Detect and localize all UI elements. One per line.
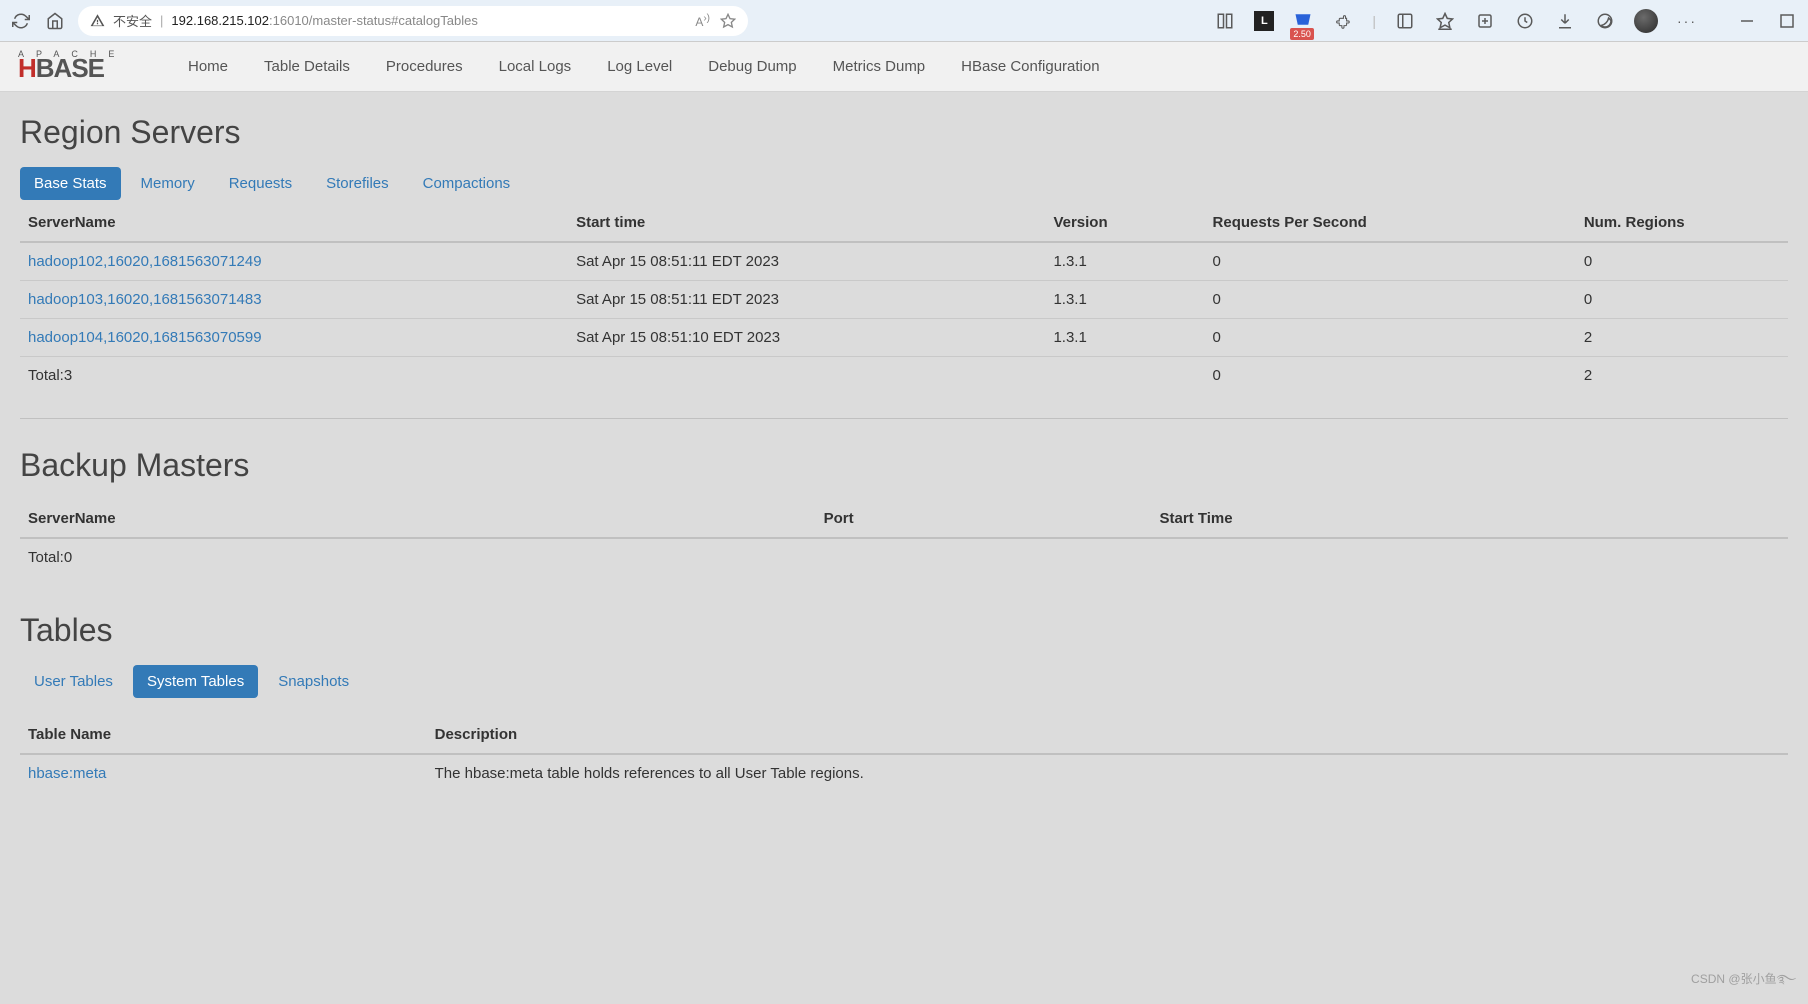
cell-rps: 0 bbox=[1205, 242, 1576, 281]
region-servers-heading: Region Servers bbox=[20, 114, 1788, 151]
col-start-time: Start Time bbox=[1152, 500, 1789, 538]
table-row: hadoop103,16020,1681563071483 Sat Apr 15… bbox=[20, 281, 1788, 319]
tab-requests[interactable]: Requests bbox=[215, 167, 306, 200]
collections-2-icon[interactable] bbox=[1474, 10, 1496, 32]
history-icon[interactable] bbox=[1514, 10, 1536, 32]
separator: | bbox=[1372, 13, 1376, 29]
tables-tabs: User Tables System Tables Snapshots bbox=[20, 665, 1788, 698]
cell-regions: 0 bbox=[1576, 242, 1788, 281]
minimize-icon[interactable] bbox=[1736, 10, 1758, 32]
refresh-icon[interactable] bbox=[10, 10, 32, 32]
col-servername: ServerName bbox=[20, 204, 568, 242]
tables-heading: Tables bbox=[20, 612, 1788, 649]
col-rps: Requests Per Second bbox=[1205, 204, 1576, 242]
col-version: Version bbox=[1045, 204, 1204, 242]
more-icon[interactable]: ··· bbox=[1676, 10, 1698, 32]
nav-home[interactable]: Home bbox=[172, 44, 244, 89]
col-start-time: Start time bbox=[568, 204, 1045, 242]
total-row: Total:3 0 2 bbox=[20, 357, 1788, 395]
cell-regions: 0 bbox=[1576, 281, 1788, 319]
extensions-icon[interactable] bbox=[1332, 10, 1354, 32]
cell-version: 1.3.1 bbox=[1045, 242, 1204, 281]
address-bar[interactable]: 不安全 | 192.168.215.102:16010/master-statu… bbox=[78, 6, 748, 36]
backup-masters-table: ServerName Port Start Time Total:0 bbox=[20, 500, 1788, 576]
profile-avatar[interactable] bbox=[1634, 9, 1658, 33]
maximize-icon[interactable] bbox=[1776, 10, 1798, 32]
watermark: CSDN @张小鱼࿐ bbox=[1691, 966, 1796, 1000]
divider bbox=[20, 418, 1788, 419]
tab-base-stats[interactable]: Base Stats bbox=[20, 167, 121, 200]
total-label: Total:3 bbox=[20, 357, 568, 395]
extension-l-icon[interactable]: L bbox=[1254, 11, 1274, 31]
read-aloud-icon[interactable]: A›) bbox=[695, 13, 710, 29]
cell-version: 1.3.1 bbox=[1045, 319, 1204, 357]
cell-version: 1.3.1 bbox=[1045, 281, 1204, 319]
cell-regions: 2 bbox=[1576, 319, 1788, 357]
tab-compactions[interactable]: Compactions bbox=[409, 167, 525, 200]
cell-start: Sat Apr 15 08:51:10 EDT 2023 bbox=[568, 319, 1045, 357]
tab-system-tables[interactable]: System Tables bbox=[133, 665, 258, 698]
tables-table: Table Name Description hbase:meta The hb… bbox=[20, 716, 1788, 792]
cell-rps: 0 bbox=[1205, 319, 1576, 357]
home-icon[interactable] bbox=[44, 10, 66, 32]
cell-description: The hbase:meta table holds references to… bbox=[427, 754, 1788, 792]
server-link[interactable]: hadoop104,16020,1681563070599 bbox=[28, 329, 262, 346]
backup-masters-heading: Backup Masters bbox=[20, 447, 1788, 484]
nav-log-level[interactable]: Log Level bbox=[591, 44, 688, 89]
cell-start: Sat Apr 15 08:51:11 EDT 2023 bbox=[568, 242, 1045, 281]
nav-metrics-dump[interactable]: Metrics Dump bbox=[817, 44, 942, 89]
hbase-logo[interactable]: APACHE HBASE bbox=[10, 49, 160, 84]
separator: | bbox=[160, 13, 163, 28]
table-row: hbase:meta The hbase:meta table holds re… bbox=[20, 754, 1788, 792]
downloads-icon[interactable] bbox=[1554, 10, 1576, 32]
tab-snapshots[interactable]: Snapshots bbox=[264, 665, 363, 698]
region-servers-tabs: Base Stats Memory Requests Storefiles Co… bbox=[20, 167, 1788, 200]
col-port: Port bbox=[816, 500, 1152, 538]
ie-mode-icon[interactable] bbox=[1594, 10, 1616, 32]
shopping-icon[interactable]: 2.50 bbox=[1292, 10, 1314, 32]
cell-rps: 0 bbox=[1205, 281, 1576, 319]
total-label: Total:0 bbox=[20, 538, 816, 576]
collections-icon[interactable] bbox=[1214, 10, 1236, 32]
col-servername: ServerName bbox=[20, 500, 816, 538]
nav-items: Home Table Details Procedures Local Logs… bbox=[172, 44, 1116, 89]
insecure-warning-icon bbox=[90, 13, 105, 28]
shopping-badge: 2.50 bbox=[1290, 28, 1314, 40]
total-regions: 2 bbox=[1576, 357, 1788, 395]
server-link[interactable]: hadoop102,16020,1681563071249 bbox=[28, 253, 262, 270]
sidebar-icon[interactable] bbox=[1394, 10, 1416, 32]
tab-user-tables[interactable]: User Tables bbox=[20, 665, 127, 698]
favorites-bar-icon[interactable] bbox=[1434, 10, 1456, 32]
tab-storefiles[interactable]: Storefiles bbox=[312, 167, 403, 200]
table-row: hadoop102,16020,1681563071249 Sat Apr 15… bbox=[20, 242, 1788, 281]
nav-debug-dump[interactable]: Debug Dump bbox=[692, 44, 812, 89]
col-description: Description bbox=[427, 716, 1788, 754]
total-rps: 0 bbox=[1205, 357, 1576, 395]
region-servers-table: ServerName Start time Version Requests P… bbox=[20, 204, 1788, 394]
url-text: 192.168.215.102:16010/master-status#cata… bbox=[171, 13, 687, 28]
table-row: hadoop104,16020,1681563070599 Sat Apr 15… bbox=[20, 319, 1788, 357]
nav-table-details[interactable]: Table Details bbox=[248, 44, 366, 89]
cell-start: Sat Apr 15 08:51:11 EDT 2023 bbox=[568, 281, 1045, 319]
nav-procedures[interactable]: Procedures bbox=[370, 44, 479, 89]
app-navbar: APACHE HBASE Home Table Details Procedur… bbox=[0, 42, 1808, 92]
server-link[interactable]: hadoop103,16020,1681563071483 bbox=[28, 291, 262, 308]
browser-toolbar: 不安全 | 192.168.215.102:16010/master-statu… bbox=[0, 0, 1808, 42]
favorite-icon[interactable] bbox=[720, 13, 736, 29]
col-regions: Num. Regions bbox=[1576, 204, 1788, 242]
nav-hbase-configuration[interactable]: HBase Configuration bbox=[945, 44, 1115, 89]
table-link[interactable]: hbase:meta bbox=[28, 765, 106, 782]
col-table-name: Table Name bbox=[20, 716, 427, 754]
insecure-label: 不安全 bbox=[113, 11, 152, 30]
nav-local-logs[interactable]: Local Logs bbox=[483, 44, 588, 89]
total-row: Total:0 bbox=[20, 538, 1788, 576]
tab-memory[interactable]: Memory bbox=[127, 167, 209, 200]
